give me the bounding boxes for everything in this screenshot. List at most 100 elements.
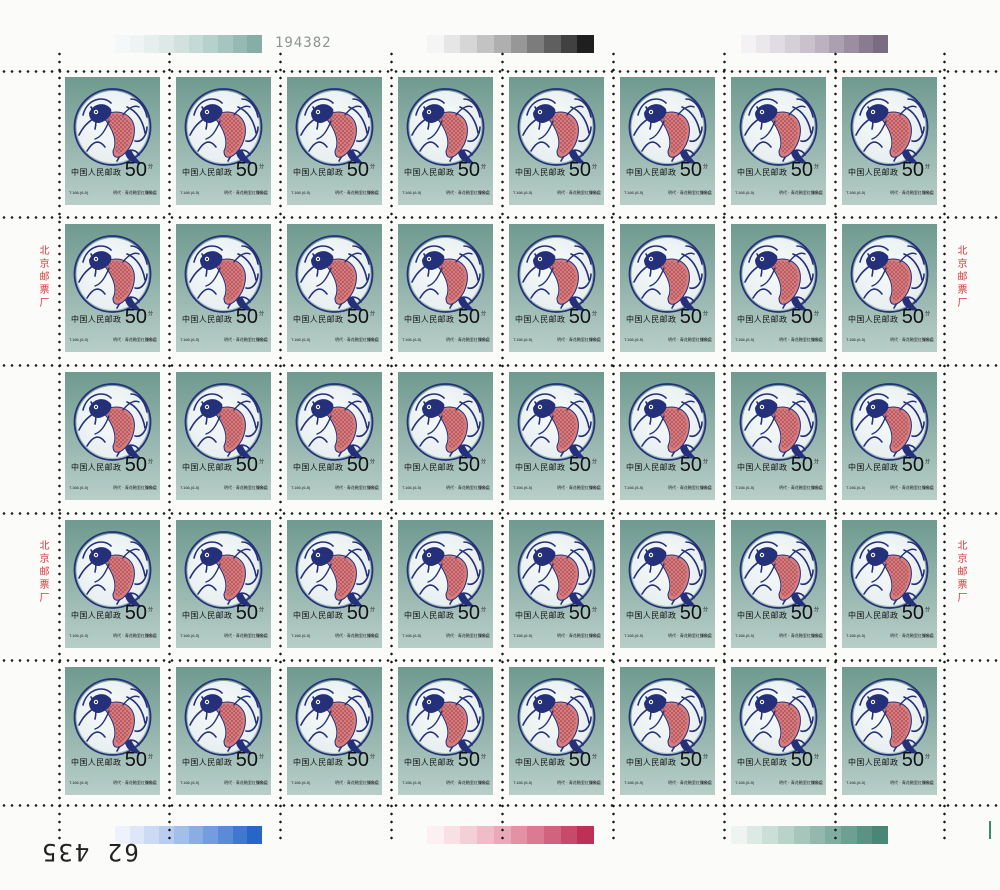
stamp-value-unit: 分 [258,607,264,613]
stamp-catalog-code: T.166.(6-5) [402,337,422,342]
stamp-year: 1991 [701,780,710,785]
stamp-value-unit: 分 [813,311,819,317]
stamp-face-value: 50 [679,749,702,771]
stamp-catalog-code: T.166.(6-5) [624,485,644,490]
stamp-face-value: 50 [901,159,924,181]
color-swatch [527,35,544,53]
stamp-value-unit: 分 [924,311,930,317]
stamp-value-unit: 分 [369,754,375,760]
stamp-year: 1991 [479,190,488,195]
stamp-value-unit: 分 [702,754,708,760]
color-swatch [843,35,859,53]
color-swatch [247,35,263,53]
color-bar-bottom-center [427,826,595,844]
stamp-year: 1991 [701,485,710,490]
stamp: 中国人民邮政 50 分 T.166.(6-5) 明代 · 青花釉里红鲤鱼盘 19… [620,520,715,648]
stamp: 中国人民邮政 50 分 T.166.(6-5) 明代 · 青花釉里红鲤鱼盘 19… [287,520,382,648]
color-swatch [785,35,800,53]
perforation-column [612,50,615,840]
stamp-year: 1991 [146,633,155,638]
stamp-country: 中国人民邮政 [737,463,788,472]
stamp-catalog-code: T.166.(6-5) [402,633,422,638]
stamp-year: 1991 [368,190,377,195]
stamp-face-value: 50 [124,602,147,624]
stamp-catalog-code: T.166.(6-5) [291,780,311,785]
stamp-face-value: 50 [790,454,813,476]
stamp-catalog-code: T.166.(6-5) [513,633,533,638]
stamp-catalog-code: T.166.(6-5) [180,485,200,490]
stamp-catalog-code: T.166.(6-5) [513,485,533,490]
stamp-country: 中国人民邮政 [404,611,455,620]
stamp-face-value: 50 [901,454,924,476]
color-swatch [217,35,233,53]
stamp-face-value: 50 [679,602,702,624]
color-swatch [840,826,857,844]
stamp-artwork [509,520,604,648]
stamp-year: 1991 [257,337,266,342]
stamp: 中国人民邮政 50 分 T.166.(6-5) 明代 · 青花釉里红鲤鱼盘 19… [287,667,382,795]
stamp-face-value: 50 [568,454,591,476]
stamp-artwork [620,77,715,205]
perforation-row [0,659,1000,662]
fish-plate-icon [406,235,485,313]
fish-plate-icon [850,88,929,166]
fish-plate-icon [517,88,596,166]
color-swatch [510,35,528,53]
stamp: 中国人民邮政 50 分 T.166.(6-5) 明代 · 青花釉里红鲤鱼盘 19… [176,667,271,795]
fish-plate-icon [517,678,596,756]
stamp: 中国人民邮政 50 分 T.166.(6-5) 明代 · 青花釉里红鲤鱼盘 19… [731,667,826,795]
stamp-value-unit: 分 [480,459,486,465]
stamp-value-unit: 分 [924,754,930,760]
stamp-catalog-code: T.166.(6-5) [513,780,533,785]
stamp-year: 1991 [812,485,821,490]
color-swatch [543,35,561,53]
stamp-country: 中国人民邮政 [182,463,233,472]
stamp-face-value: 50 [568,749,591,771]
color-bar-top-left [115,35,263,53]
stamp-catalog-code: T.166.(6-5) [513,190,533,195]
stamp-face-value: 50 [790,602,813,624]
stamp: 中国人民邮政 50 分 T.166.(6-5) 明代 · 青花釉里红鲤鱼盘 19… [65,520,160,648]
fish-plate-icon [628,531,707,609]
perforation-row [0,364,1000,367]
stamp-value-unit: 分 [369,459,375,465]
color-swatch [814,35,830,53]
stamp-value-unit: 分 [369,607,375,613]
stamp: 中国人民邮政 50 分 T.166.(6-5) 明代 · 青花釉里红鲤鱼盘 19… [176,224,271,352]
fish-plate-icon [628,383,707,461]
stamp-year: 1991 [923,485,932,490]
stamp-year: 1991 [479,633,488,638]
color-bar-top-center [427,35,595,53]
stamp-face-value: 50 [346,306,369,328]
stamp-catalog-code: T.166.(6-5) [402,780,422,785]
stamp-value-unit: 分 [147,164,153,170]
stamp-value-unit: 分 [591,607,597,613]
stamp-country: 中国人民邮政 [515,758,566,767]
stamp-catalog-code: T.166.(6-5) [846,337,866,342]
stamp-catalog-code: T.166.(6-5) [624,780,644,785]
stamp: 中国人民邮政 50 分 T.166.(6-5) 明代 · 青花釉里红鲤鱼盘 19… [398,372,493,500]
stamp-value-unit: 分 [924,164,930,170]
stamp: 中国人民邮政 50 分 T.166.(6-5) 明代 · 青花釉里红鲤鱼盘 19… [509,667,604,795]
fish-plate-icon [850,678,929,756]
stamp-artwork [65,372,160,500]
stamp-face-value: 50 [679,159,702,181]
stamp-year: 1991 [701,190,710,195]
stamp-artwork [398,77,493,205]
stamp-artwork [731,372,826,500]
color-swatch [577,35,595,53]
printer-imprint-right-bottom: 北京邮票厂 [955,540,966,605]
perforation-row [0,512,1000,515]
stamp-face-value: 50 [346,454,369,476]
stamp-artwork [287,372,382,500]
stamp-catalog-code: T.166.(6-5) [846,633,866,638]
stamp-country: 中国人民邮政 [848,758,899,767]
color-swatch [443,35,461,53]
stamp-country: 中国人民邮政 [404,168,455,177]
stamp-year: 1991 [812,337,821,342]
fish-plate-icon [850,383,929,461]
stamp-country: 中国人民邮政 [515,611,566,620]
stamp-artwork [176,224,271,352]
color-swatch [427,35,444,53]
stamp-catalog-code: T.166.(6-5) [69,337,89,342]
